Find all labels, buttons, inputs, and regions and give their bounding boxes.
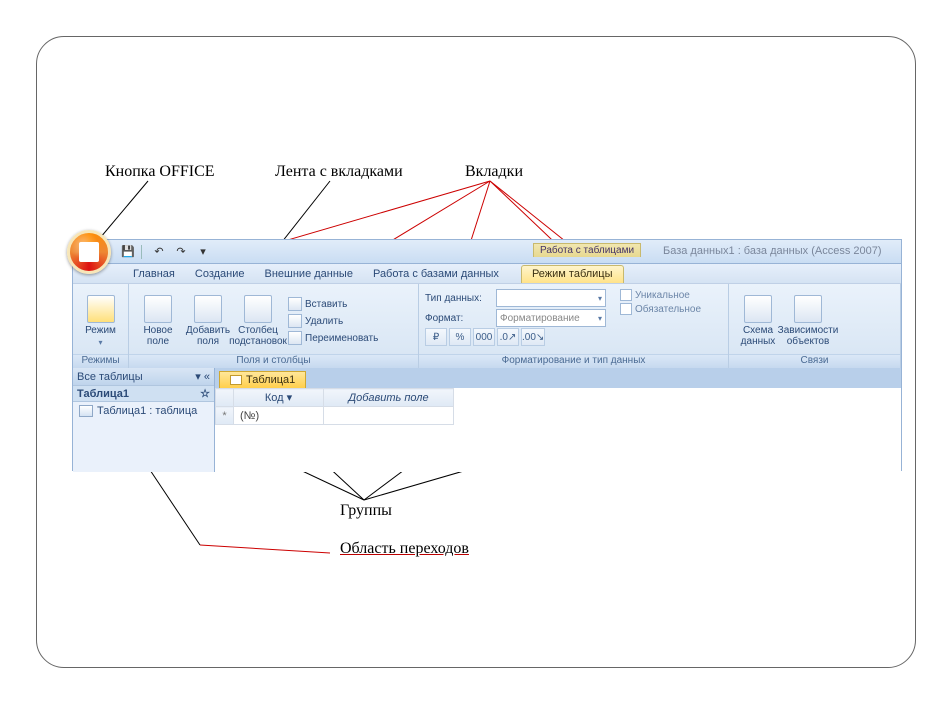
chevron-down-icon: ▾ xyxy=(195,371,201,383)
doc-tab-table1[interactable]: Таблица1 xyxy=(219,371,306,388)
required-label: Обязательное xyxy=(635,304,701,315)
navigation-pane: Все таблицы ▾ « Таблица1 ☆ Таблица1 : та… xyxy=(73,368,215,472)
save-icon: 💾 xyxy=(121,245,135,258)
thousands-button[interactable]: 000 xyxy=(473,328,495,346)
col-id-header[interactable]: Код ▾ xyxy=(234,389,324,407)
datatype-label: Тип данных: xyxy=(425,293,493,304)
group-fields-columns: Новое поле Добавить поля Столбец подстан… xyxy=(129,284,419,368)
contextual-tab-caption: Работа с таблицами xyxy=(533,243,641,257)
chevron-icon: ☆ xyxy=(200,387,210,400)
cell-id-new[interactable]: (№) xyxy=(234,407,324,425)
views-label: Режим xyxy=(85,325,116,336)
annotation-ribbon: Лента с вкладками xyxy=(275,163,403,181)
datasheet-grid[interactable]: Код ▾ Добавить поле * (№) xyxy=(215,388,901,472)
deps-icon xyxy=(794,295,822,323)
table-icon xyxy=(244,295,272,323)
new-row-selector[interactable]: * xyxy=(216,407,234,425)
delete-icon xyxy=(288,314,302,328)
tab-home[interactable]: Главная xyxy=(123,266,185,283)
add-fields-button[interactable]: Добавить поля xyxy=(185,292,231,350)
nav-group-table1[interactable]: Таблица1 ☆ xyxy=(73,386,214,402)
required-checkbox[interactable] xyxy=(620,303,632,315)
group-relationships: Схема данных Зависимости объектов Связи xyxy=(729,284,901,368)
format-label: Формат: xyxy=(425,313,493,324)
app-window: 💾 ↶ ↷ ▾ Работа с таблицами База данных1 … xyxy=(72,239,902,471)
tab-database-tools[interactable]: Работа с базами данных xyxy=(363,266,509,283)
rename-icon xyxy=(288,331,302,345)
annotation-tabs: Вкладки xyxy=(465,163,523,181)
quick-access-toolbar: 💾 ↶ ↷ ▾ xyxy=(119,243,212,261)
qat-save-button[interactable]: 💾 xyxy=(119,243,137,261)
schema-button[interactable]: Схема данных xyxy=(735,292,781,350)
dependencies-button[interactable]: Зависимости объектов xyxy=(785,292,831,350)
office-button[interactable] xyxy=(67,230,111,274)
unique-label: Уникальное xyxy=(635,290,690,301)
insert-button[interactable]: Вставить xyxy=(285,296,381,312)
unique-checkbox[interactable] xyxy=(620,289,632,301)
qat-undo-button[interactable]: ↶ xyxy=(150,243,168,261)
qat-redo-button[interactable]: ↷ xyxy=(172,243,190,261)
tab-create[interactable]: Создание xyxy=(185,266,255,283)
col-add-field[interactable]: Добавить поле xyxy=(324,389,454,407)
cell-add-new[interactable] xyxy=(324,407,454,425)
format-combo[interactable]: Форматирование▾ xyxy=(496,309,606,327)
tab-external-data[interactable]: Внешние данные xyxy=(255,266,363,283)
table-icon xyxy=(144,295,172,323)
relations-icon xyxy=(744,295,772,323)
nav-header[interactable]: Все таблицы ▾ « xyxy=(73,368,214,386)
datatype-combo[interactable]: ▾ xyxy=(496,289,606,307)
redo-icon: ↷ xyxy=(176,245,185,258)
undo-icon: ↶ xyxy=(154,245,163,258)
group-cols-title: Поля и столбцы xyxy=(129,354,418,368)
group-views-title: Режимы xyxy=(73,354,128,368)
view-icon xyxy=(87,295,115,323)
dec-inc-button[interactable]: .0↗ xyxy=(497,328,519,346)
insert-icon xyxy=(288,297,302,311)
new-field-button[interactable]: Новое поле xyxy=(135,292,181,350)
document-tabstrip: Таблица1 xyxy=(215,368,901,388)
qat-separator xyxy=(141,245,146,259)
annotation-groups: Группы xyxy=(340,502,392,520)
ribbon-tabs: Главная Создание Внешние данные Работа с… xyxy=(73,264,901,284)
annotation-office: Кнопка OFFICE xyxy=(105,163,215,181)
currency-button[interactable]: ₽ xyxy=(425,328,447,346)
lookup-column-button[interactable]: Столбец подстановок xyxy=(235,292,281,350)
percent-button[interactable]: % xyxy=(449,328,471,346)
table-icon xyxy=(79,405,93,417)
nav-item-table1[interactable]: Таблица1 : таблица xyxy=(73,402,214,420)
datasheet-area: Таблица1 Код ▾ Добавить поле * (№) xyxy=(215,368,901,472)
table-icon xyxy=(230,375,242,385)
chevron-down-icon: ▾ xyxy=(287,392,293,404)
tab-table-mode[interactable]: Режим таблицы xyxy=(521,265,624,283)
group-formatting: Тип данных: ▾ Формат: Форматирование▾ ₽ … xyxy=(419,284,729,368)
annotation-navpane: Область переходов xyxy=(340,540,469,558)
qat-more-button[interactable]: ▾ xyxy=(194,243,212,261)
workspace: Все таблицы ▾ « Таблица1 ☆ Таблица1 : та… xyxy=(73,368,901,472)
chevron-down-icon: ▾ xyxy=(98,338,102,347)
ribbon: Режим ▾ Режимы Новое поле Добавить поля … xyxy=(73,284,901,368)
views-button[interactable]: Режим ▾ xyxy=(79,292,122,350)
table-icon xyxy=(194,295,222,323)
window-title: База данных1 : база данных (Access 2007) xyxy=(663,245,882,257)
delete-button[interactable]: Удалить xyxy=(285,313,381,329)
rename-button[interactable]: Переименовать xyxy=(285,330,381,346)
chevron-down-icon: ▾ xyxy=(200,245,206,258)
group-views: Режим ▾ Режимы xyxy=(73,284,129,368)
group-fmt-title: Форматирование и тип данных xyxy=(419,354,728,368)
title-bar: 💾 ↶ ↷ ▾ Работа с таблицами База данных1 … xyxy=(73,240,901,264)
collapse-icon: « xyxy=(204,371,210,383)
group-rel-title: Связи xyxy=(729,354,900,368)
dec-dec-button[interactable]: .00↘ xyxy=(521,328,545,346)
select-all-cell[interactable] xyxy=(216,389,234,407)
